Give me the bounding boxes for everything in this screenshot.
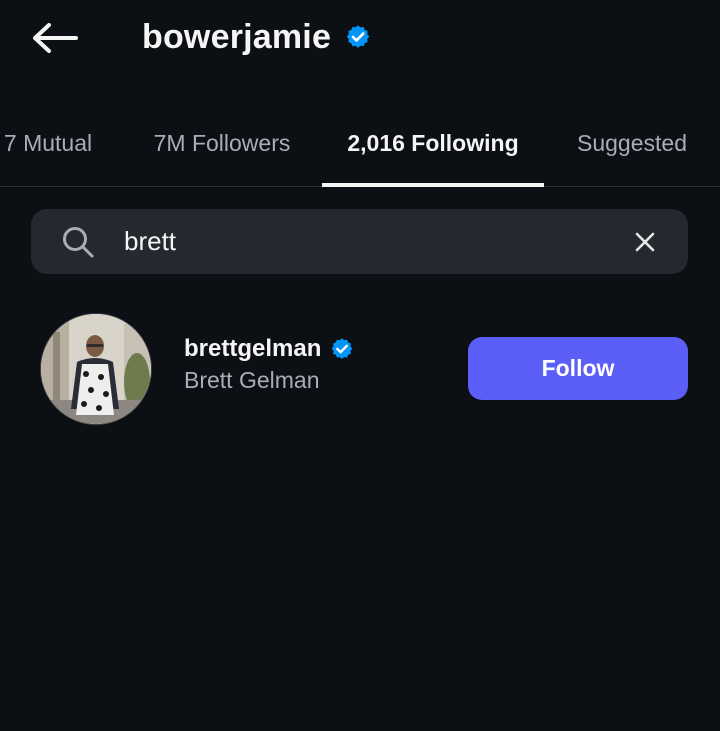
tab-suggested[interactable]: Suggested	[566, 100, 698, 186]
follow-button[interactable]: Follow	[468, 337, 688, 400]
tab-followers[interactable]: 7M Followers	[142, 100, 302, 186]
arrow-left-icon	[33, 23, 78, 53]
profile-photo	[41, 314, 151, 424]
search-box[interactable]	[31, 209, 688, 274]
search-input[interactable]	[124, 219, 604, 264]
close-icon[interactable]	[632, 229, 658, 255]
list-item[interactable]: brettgelman Brett Gelman Follow	[0, 300, 720, 440]
result-handle-row: brettgelman	[184, 332, 444, 366]
profile-header: bowerjamie	[0, 0, 720, 78]
profile-username: bowerjamie	[142, 17, 332, 56]
verified-badge-icon	[345, 24, 371, 50]
back-button[interactable]	[28, 16, 82, 60]
user-info: brettgelman Brett Gelman	[184, 332, 444, 394]
result-username[interactable]: brettgelman	[184, 335, 321, 363]
tab-following[interactable]: 2,016 Following	[322, 100, 544, 187]
tab-mutual[interactable]: 7 Mutual	[0, 100, 100, 186]
avatar[interactable]	[40, 313, 152, 425]
search-icon	[63, 227, 94, 258]
profile-title: bowerjamie	[142, 14, 371, 60]
result-display-name: Brett Gelman	[184, 367, 320, 393]
connections-tabs: 7 Mutual 7M Followers 2,016 Following Su…	[0, 100, 720, 187]
verified-badge-icon	[330, 337, 354, 361]
